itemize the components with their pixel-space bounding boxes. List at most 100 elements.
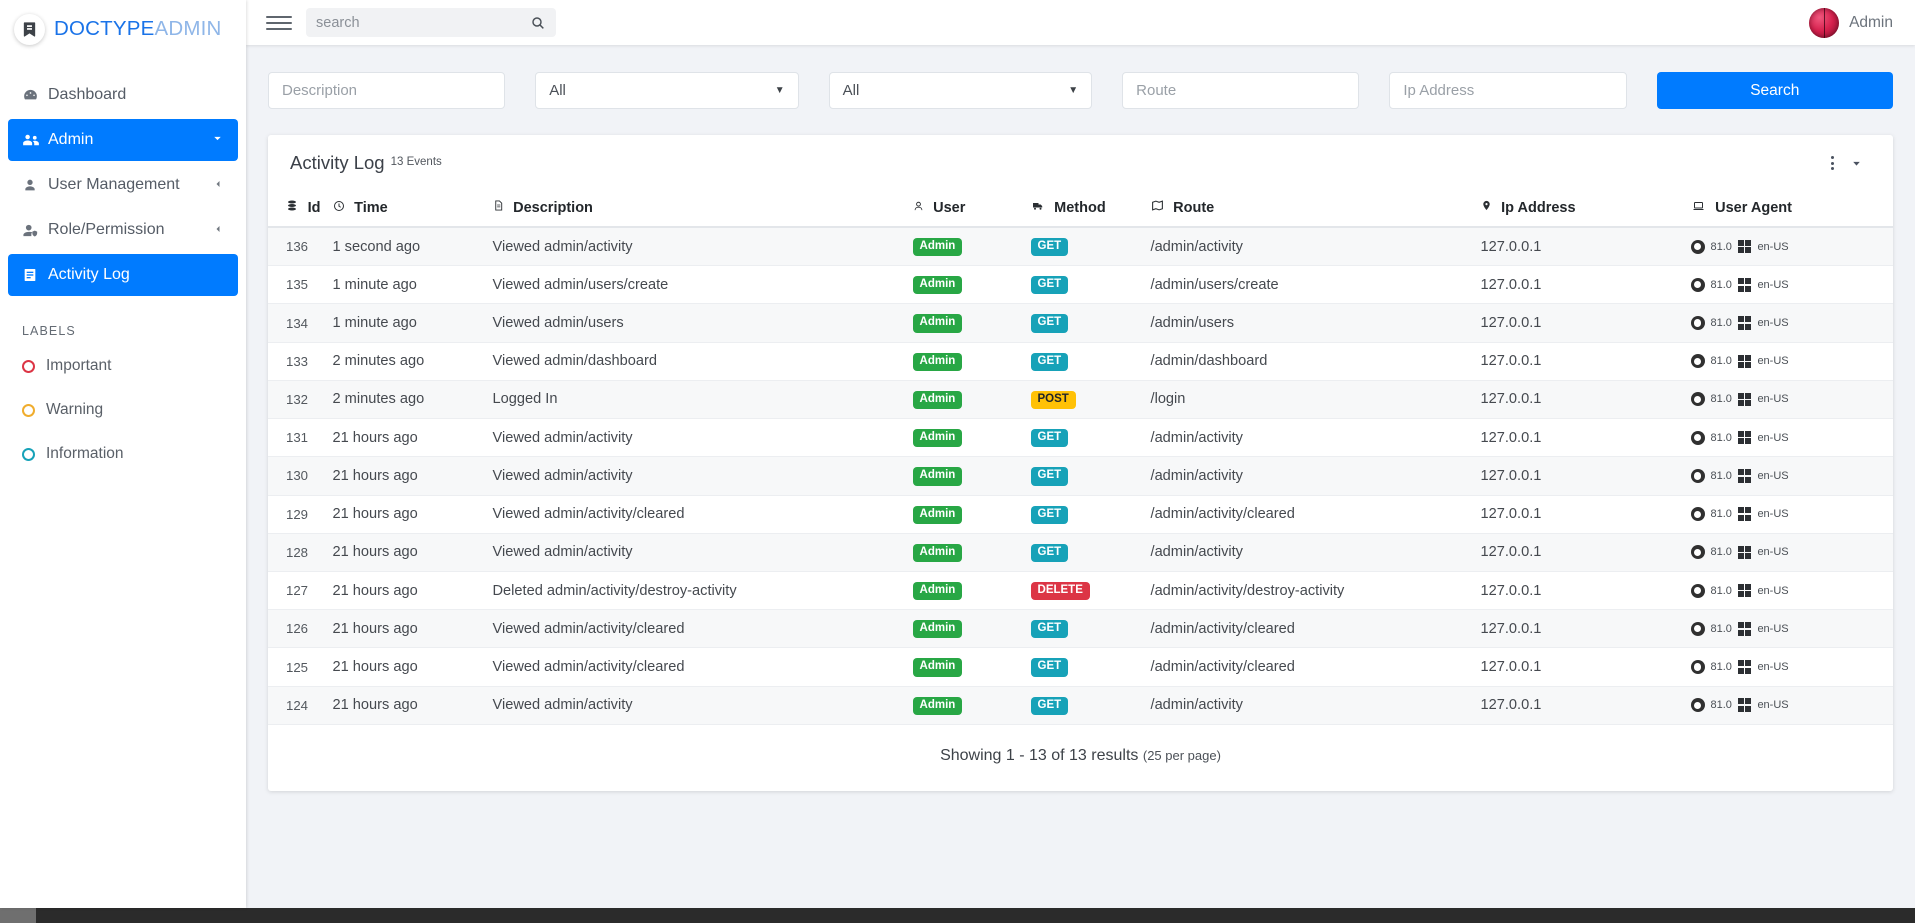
chevron-down-icon: ▼ (774, 85, 785, 96)
table-row[interactable]: 125 21 hours ago Viewed admin/activity/cle… (268, 647, 1893, 687)
content: All ▼ All ▼ Search Acti (246, 45, 1915, 908)
table-row[interactable]: 136 1 second ago Viewed admin/activity Admi… (268, 227, 1893, 267)
table-row[interactable]: 133 2 minutes ago Viewed admin/dashboard Ad… (268, 342, 1893, 381)
sidebar-label-information[interactable]: Information (0, 432, 246, 476)
column-header-time[interactable]: Time (326, 191, 487, 228)
windows-icon (1737, 698, 1752, 712)
windows-icon (1737, 660, 1752, 674)
cell-route: /login (1144, 380, 1475, 420)
browser-version: 81.0 (1710, 661, 1732, 674)
ip-address-input[interactable] (1403, 82, 1613, 99)
sidebar: DOCTYPEADMIN Dashboard Admin User Manage… (0, 0, 246, 908)
method-badge: GET (1030, 696, 1069, 715)
chrome-icon (1690, 354, 1705, 369)
kebab-menu-icon[interactable] (1823, 152, 1842, 174)
windows-icon (1737, 430, 1752, 445)
sidebar-item-admin[interactable]: Admin (8, 119, 238, 161)
cell-user-agent: 81.0 en-US (1684, 303, 1893, 343)
chrome-icon (1690, 468, 1705, 483)
cell-method: GET (1024, 456, 1145, 496)
sidebar-item-activity-log[interactable]: Activity Log (8, 254, 238, 296)
browser-version: 81.0 (1710, 431, 1732, 444)
search-icon[interactable] (530, 15, 546, 31)
cell-ip-address: 127.0.0.1 (1474, 265, 1685, 305)
browser-version: 81.0 (1710, 699, 1732, 712)
table-row[interactable]: 124 21 hours ago Viewed admin/activity Admi… (268, 686, 1893, 725)
column-header-method[interactable]: Method (1024, 191, 1145, 228)
cell-user-agent: 81.0 en-US (1684, 647, 1893, 687)
cell-description: Viewed admin/activity (486, 418, 907, 458)
database-icon (286, 200, 302, 215)
route-input[interactable] (1136, 82, 1346, 99)
table-row[interactable]: 132 2 minutes ago Logged In Admin POST/login… (268, 380, 1893, 420)
sidebar-item-role-permission[interactable]: Role/Permission (8, 209, 238, 251)
table-row[interactable]: 128 21 hours ago Viewed admin/activity Admi… (268, 533, 1893, 572)
table-row[interactable]: 130 21 hours ago Viewed admin/activity Admi… (268, 456, 1893, 496)
table-row[interactable]: 134 1 minute ago Viewed admin/users Admin GE… (268, 303, 1893, 343)
search-input[interactable] (316, 14, 530, 31)
cell-route: /admin/activity (1144, 686, 1475, 725)
language-code: en-US (1757, 546, 1789, 559)
cell-id: 124 (268, 686, 327, 725)
cell-ip-address: 127.0.0.1 (1474, 303, 1685, 343)
clock-icon (333, 200, 349, 215)
sidebar-label-text: Important (46, 357, 112, 374)
column-header-ip-address[interactable]: Ip Address (1474, 191, 1685, 228)
cell-ip-address: 127.0.0.1 (1474, 380, 1685, 420)
filter-ip[interactable] (1389, 72, 1627, 109)
brand[interactable]: DOCTYPEADMIN (0, 6, 246, 52)
sidebar-label-important[interactable]: Important (0, 344, 246, 388)
user-badge: Admin (912, 467, 963, 486)
activity-log-card: Activity Log 13 Events Id Time Descripti… (268, 135, 1893, 791)
topbar-search[interactable] (306, 8, 556, 37)
sidebar-item-user-management[interactable]: User Management (8, 164, 238, 206)
browser-version: 81.0 (1710, 240, 1732, 253)
table-row[interactable]: 126 21 hours ago Viewed admin/activity/cle… (268, 609, 1893, 649)
column-header-user-agent[interactable]: User Agent (1684, 191, 1893, 228)
cell-description: Deleted admin/activity/destroy-activity (486, 571, 907, 611)
filter-description[interactable] (268, 72, 506, 109)
chrome-icon (1690, 430, 1705, 445)
method-badge: POST (1030, 390, 1076, 410)
filter-method-select[interactable]: All ▼ (828, 72, 1093, 109)
column-header-description[interactable]: Description (486, 191, 907, 228)
description-input[interactable] (282, 82, 492, 99)
sidebar-label-warning[interactable]: Warning (0, 388, 246, 432)
cell-time: 1 minute ago (326, 303, 487, 343)
cell-route: /admin/activity (1144, 418, 1475, 458)
cell-id: 134 (268, 303, 327, 343)
sidebar-item-dashboard[interactable]: Dashboard (8, 74, 238, 116)
table-row[interactable]: 135 1 minute ago Viewed admin/users/create… (268, 265, 1893, 305)
browser-version: 81.0 (1710, 393, 1732, 406)
cell-user: Admin (906, 265, 1025, 305)
os-taskbar (0, 908, 1915, 923)
column-header-id[interactable]: Id (268, 191, 327, 228)
card-title-group: Activity Log 13 Events (290, 152, 442, 174)
user-menu[interactable]: Admin (1809, 7, 1893, 38)
table-row[interactable]: 129 21 hours ago Viewed admin/activity/cle… (268, 495, 1893, 534)
column-header-user[interactable]: User (906, 191, 1025, 228)
circle-icon (22, 359, 35, 373)
user-name: Admin (1849, 13, 1893, 31)
user-badge: Admin (912, 696, 963, 715)
cell-ip-address: 127.0.0.1 (1474, 533, 1685, 572)
table-row[interactable]: 131 21 hours ago Viewed admin/activity Admi… (268, 418, 1893, 458)
method-badge: GET (1030, 352, 1069, 371)
chevron-down-icon[interactable] (1842, 153, 1871, 174)
filter-user-select[interactable]: All ▼ (535, 72, 799, 109)
language-code: en-US (1757, 699, 1789, 712)
cell-method: GET (1024, 227, 1145, 267)
cell-ip-address: 127.0.0.1 (1474, 418, 1685, 458)
cell-ip-address: 127.0.0.1 (1474, 342, 1685, 381)
table-row[interactable]: 127 21 hours ago Deleted admin/activity/de… (268, 571, 1893, 611)
search-button[interactable]: Search (1656, 72, 1893, 109)
method-badge: GET (1030, 467, 1069, 486)
column-header-route[interactable]: Route (1144, 191, 1475, 228)
language-code: en-US (1757, 431, 1789, 444)
language-code: en-US (1757, 278, 1789, 291)
app-logo-icon (14, 13, 45, 45)
brand-text: DOCTYPEADMIN (54, 17, 222, 41)
hamburger-menu-icon[interactable] (266, 13, 292, 33)
brand-primary: DOCTYPE (54, 17, 155, 40)
filter-route[interactable] (1122, 72, 1360, 109)
